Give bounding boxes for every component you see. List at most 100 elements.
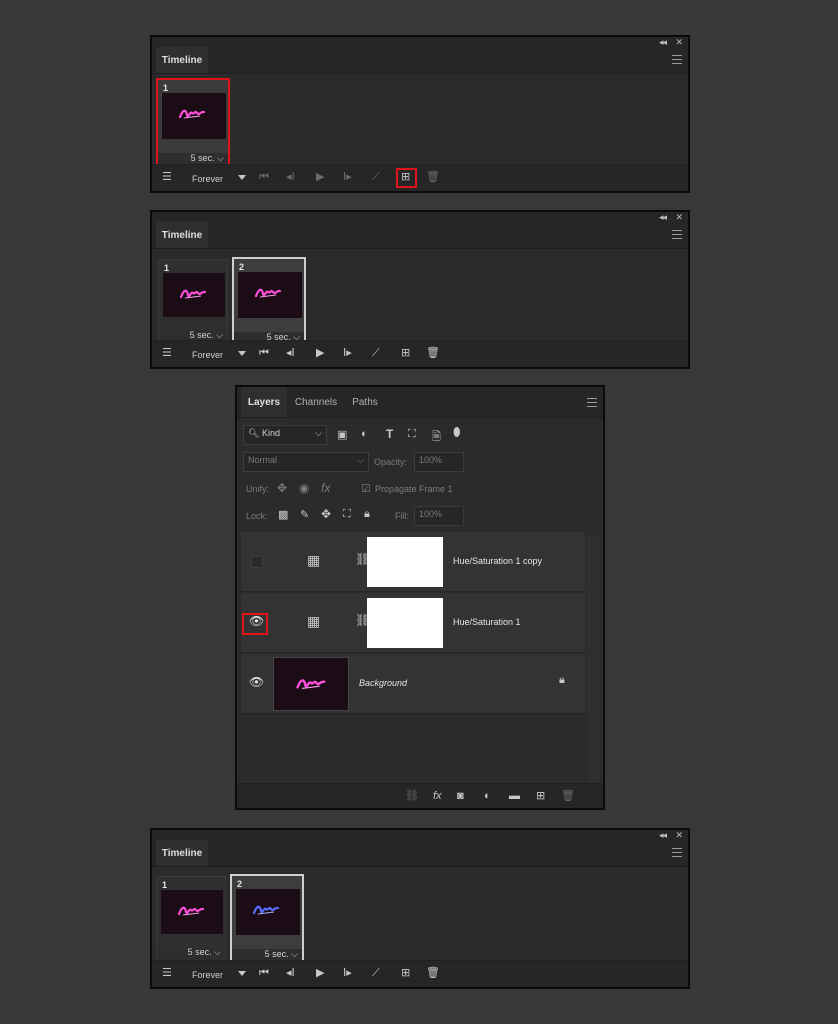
first-frame-icon[interactable]: ⏮ <box>259 347 269 359</box>
layers-scrollbar[interactable] <box>587 535 599 782</box>
unify-style-icon[interactable]: fx <box>321 481 330 495</box>
duplicate-frame-icon[interactable]: ⊞ <box>401 967 410 979</box>
previous-frame-icon[interactable]: ◂Ⅰ <box>286 171 295 183</box>
convert-timeline-icon[interactable]: ☰ <box>162 171 172 183</box>
timeline-tabbar: Timeline <box>152 222 688 249</box>
frame-1[interactable]: 1 5 sec. ⌵ <box>156 876 226 961</box>
filter-kind-select[interactable]: 🔍︎ Kind ⌵ <box>243 425 327 445</box>
trash-icon[interactable]: 🗑 <box>561 790 575 802</box>
next-frame-icon[interactable]: Ⅰ▸ <box>343 967 352 979</box>
tab-timeline[interactable]: Timeline <box>156 840 208 866</box>
filter-toggle-icon[interactable]: ⬮ <box>453 425 461 440</box>
frame-2[interactable]: 2 5 sec. ⌵ <box>232 257 306 346</box>
tween-icon[interactable]: ⟋ <box>372 967 380 979</box>
lock-artboard-icon[interactable]: ⛶ <box>343 508 351 521</box>
layer-name[interactable]: Hue/Saturation 1 copy <box>453 556 542 566</box>
play-icon[interactable]: ▶ <box>316 347 324 359</box>
first-frame-icon[interactable]: ⏮ <box>259 171 269 183</box>
previous-frame-icon[interactable]: ◂Ⅰ <box>286 967 295 979</box>
tab-layers[interactable]: Layers <box>241 387 287 417</box>
previous-frame-icon[interactable]: ◂Ⅰ <box>286 347 295 359</box>
frame-number: 2 <box>239 262 245 272</box>
opacity-field[interactable]: 100% <box>414 452 464 472</box>
panel-top-strip: ◂◂ ✕ <box>152 37 688 47</box>
layer-name[interactable]: Background <box>359 678 407 688</box>
unify-position-icon[interactable]: ✥ <box>277 481 287 495</box>
loop-select-label[interactable]: Forever <box>192 349 223 361</box>
convert-timeline-icon[interactable]: ☰ <box>162 967 172 979</box>
frame-1[interactable]: 1 5 sec. ⌵ <box>158 259 228 344</box>
type-filter-icon[interactable]: T <box>386 427 393 441</box>
tween-icon[interactable]: ⟋ <box>372 347 380 359</box>
lock-all-icon[interactable]: 🔒︎ <box>364 508 370 521</box>
layer-name[interactable]: Hue/Saturation 1 <box>453 617 521 627</box>
fx-icon[interactable]: fx <box>433 790 442 802</box>
lock-label: Lock: <box>246 511 268 521</box>
first-frame-icon[interactable]: ⏮ <box>259 967 269 979</box>
adjustment-filter-icon[interactable]: ◐ <box>361 428 368 440</box>
timeline-tabbar: Timeline <box>152 840 688 867</box>
trash-icon[interactable]: 🗑 <box>426 171 440 183</box>
loop-select-label[interactable]: Forever <box>192 173 223 185</box>
play-icon[interactable]: ▶ <box>316 171 324 183</box>
layer-mask-thumbnail[interactable] <box>367 598 443 648</box>
new-adjustment-icon[interactable]: ◐ <box>484 790 491 802</box>
shape-filter-icon[interactable]: ⛶ <box>408 428 416 441</box>
next-frame-icon[interactable]: Ⅰ▸ <box>343 347 352 359</box>
panel-menu-icon[interactable] <box>672 55 682 64</box>
fill-value: 100% <box>419 509 443 519</box>
fill-field[interactable]: 100% <box>414 506 464 526</box>
layers-toolbar: ⛓ fx ◙ ◐ ▬ ⊞ 🗑 <box>237 783 603 808</box>
next-frame-icon[interactable]: Ⅰ▸ <box>343 171 352 183</box>
frame-delay[interactable]: 5 sec. ⌵ <box>157 947 225 961</box>
neon-signature-icon <box>254 288 282 298</box>
lock-image-icon[interactable]: ✎ <box>300 508 309 521</box>
chevron-down-icon[interactable] <box>238 351 246 356</box>
smart-object-filter-icon[interactable]: 🗎 <box>432 428 441 447</box>
chevron-down-icon[interactable] <box>238 175 246 180</box>
new-layer-icon[interactable]: ⊞ <box>536 790 545 802</box>
lock-position-icon[interactable]: ✥ <box>321 507 331 521</box>
tab-channels[interactable]: Channels <box>289 387 343 417</box>
frame-thumbnail <box>238 272 302 318</box>
propagate-checkbox[interactable]: ☑ <box>361 482 371 495</box>
blend-mode-select[interactable]: Normal ⌵ <box>243 452 369 472</box>
trash-icon[interactable]: 🗑 <box>426 347 440 359</box>
add-mask-icon[interactable]: ◙ <box>457 790 464 802</box>
timeline-toolbar: ☰ Forever ⏮ ◂Ⅰ ▶ Ⅰ▸ ⟋ ⊞ 🗑 <box>152 960 688 987</box>
tab-timeline[interactable]: Timeline <box>156 222 208 248</box>
layer-thumbnail[interactable] <box>273 657 349 711</box>
unify-visibility-icon[interactable]: ◉ <box>299 481 309 495</box>
frame-2[interactable]: 2 5 sec. ⌵ <box>230 874 304 963</box>
opacity-value: 100% <box>419 455 443 465</box>
layer-row-hue-saturation-1[interactable]: 👁︎ ▦ ⛓ Hue/Saturation 1 <box>241 593 585 653</box>
frame-thumbnail <box>161 890 223 934</box>
layer-mask-thumbnail[interactable] <box>367 537 443 587</box>
panel-top-strip: ◂◂ ✕ <box>152 212 688 222</box>
filter-kind-label: Kind <box>261 428 280 438</box>
layer-row-background[interactable]: 👁︎ Background 🔒︎ <box>241 654 585 714</box>
eye-icon[interactable]: 👁︎ <box>249 675 264 689</box>
link-layers-icon[interactable]: ⛓ <box>405 790 419 802</box>
trash-icon[interactable]: 🗑 <box>426 967 440 979</box>
lock-transparent-icon[interactable]: ▩ <box>278 508 288 521</box>
loop-select-label[interactable]: Forever <box>192 969 223 981</box>
panel-menu-icon[interactable] <box>587 398 597 407</box>
tween-icon[interactable]: ⟋ <box>372 171 380 183</box>
chevron-down-icon[interactable] <box>238 971 246 976</box>
panel-menu-icon[interactable] <box>672 230 682 239</box>
duplicate-frame-icon[interactable]: ⊞ <box>401 347 410 359</box>
panel-menu-icon[interactable] <box>672 848 682 857</box>
new-group-icon[interactable]: ▬ <box>509 790 520 802</box>
frame-1[interactable]: 1 5 sec. ⌵ <box>156 78 230 167</box>
pixel-filter-icon[interactable]: ▣ <box>337 428 347 441</box>
tab-timeline[interactable]: Timeline <box>156 47 208 73</box>
play-icon[interactable]: ▶ <box>316 967 324 979</box>
convert-timeline-icon[interactable]: ☰ <box>162 347 172 359</box>
visibility-toggle-empty[interactable] <box>251 556 263 568</box>
tab-paths[interactable]: Paths <box>343 387 387 417</box>
frame-delay-label: 5 sec. <box>190 153 215 163</box>
layer-row-hue-saturation-1-copy[interactable]: ▦ ⛓ Hue/Saturation 1 copy <box>241 532 585 592</box>
fill-label: Fill: <box>395 511 409 521</box>
frame-delay-label: 5 sec. <box>187 947 212 957</box>
